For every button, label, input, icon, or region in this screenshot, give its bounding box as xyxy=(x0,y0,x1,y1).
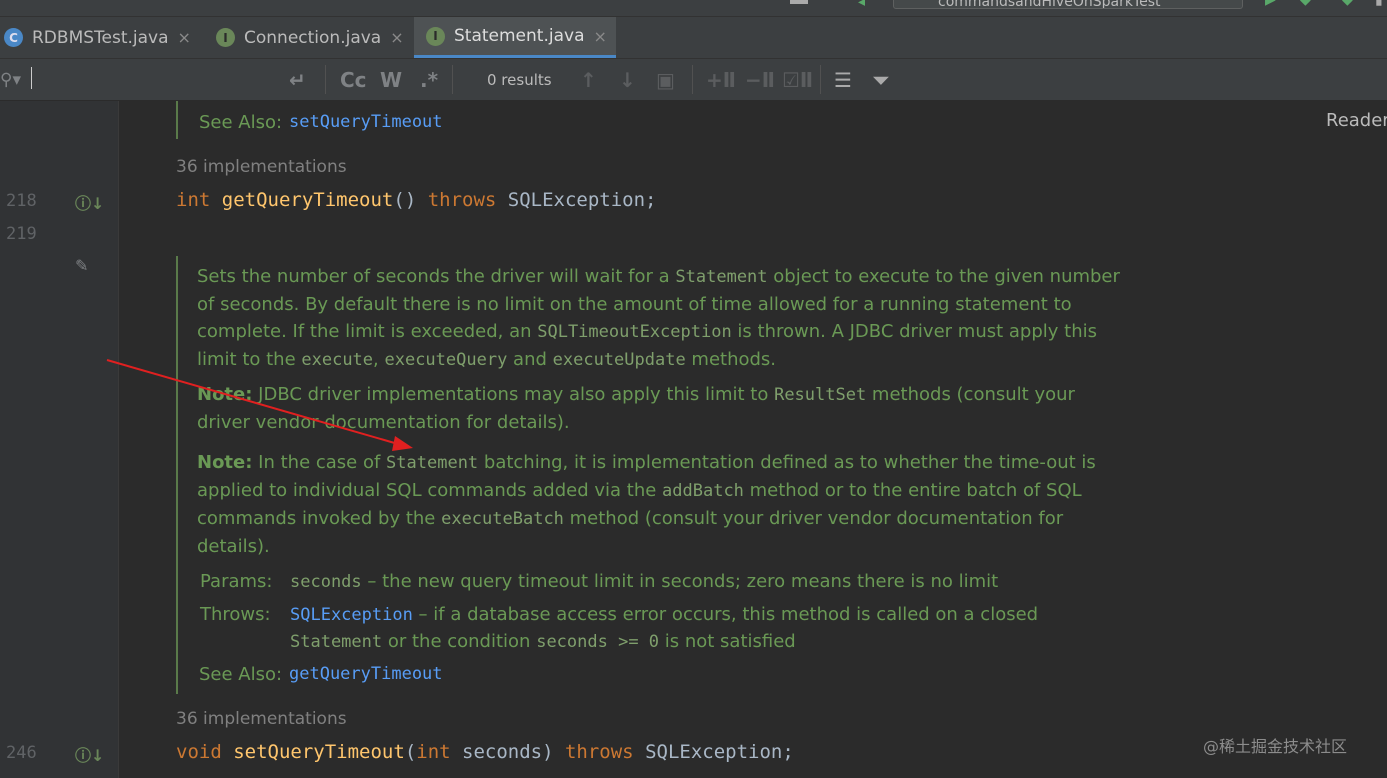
annotation-arrow xyxy=(106,359,413,451)
watermark: @稀土掘金技术社区 xyxy=(1203,737,1348,756)
